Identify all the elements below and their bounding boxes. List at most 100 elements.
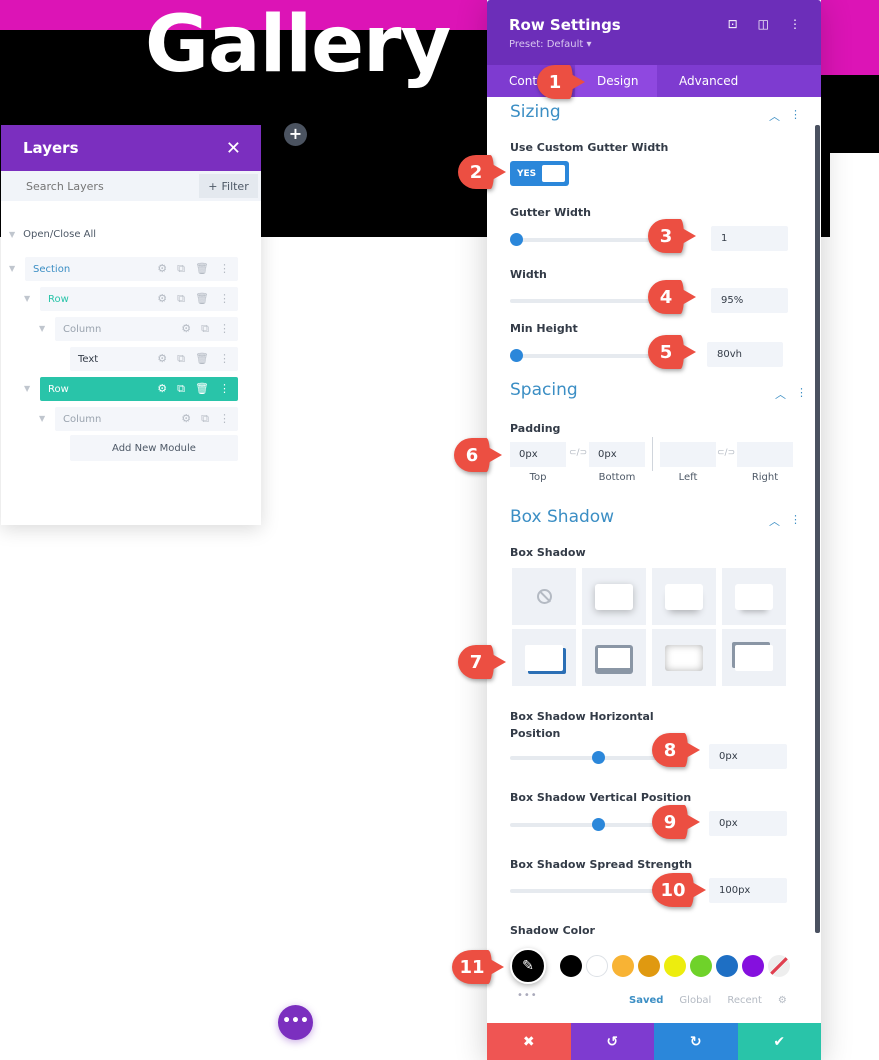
gear-icon[interactable]: ⚙ xyxy=(157,382,167,396)
trash-icon[interactable]: 🗑 xyxy=(195,352,209,366)
layer-item-section[interactable]: Section ⚙ ⧉ 🗑 ⋮ xyxy=(25,257,238,281)
more-vertical-icon[interactable]: ⋮ xyxy=(219,352,230,366)
layer-item-row-active[interactable]: Row ⚙ ⧉ 🗑 ⋮ xyxy=(40,377,238,401)
layer-item-text[interactable]: Text ⚙ ⧉ 🗑 ⋮ xyxy=(70,347,238,371)
add-row-button[interactable]: + xyxy=(284,123,307,146)
shadow-style-5[interactable] xyxy=(582,629,646,686)
split-view-icon[interactable]: ◫ xyxy=(758,17,769,31)
swatch-white[interactable] xyxy=(586,955,608,977)
padding-left-input[interactable] xyxy=(660,442,716,467)
preset-dropdown[interactable]: Preset: Default ▾ xyxy=(509,39,591,50)
palette-tab-saved[interactable]: Saved xyxy=(629,995,663,1006)
gear-icon[interactable]: ⚙ xyxy=(157,292,167,306)
caret-down-icon[interactable]: ▼ xyxy=(39,324,45,333)
swatch-light-orange[interactable] xyxy=(612,955,634,977)
tab-design[interactable]: Design xyxy=(575,65,657,97)
slider-thumb[interactable] xyxy=(510,233,523,246)
more-vertical-icon[interactable]: ⋮ xyxy=(219,322,230,336)
duplicate-icon[interactable]: ⧉ xyxy=(201,412,209,426)
more-vertical-icon[interactable]: ⋮ xyxy=(789,17,801,31)
duplicate-icon[interactable]: ⧉ xyxy=(177,262,185,276)
vertical-position-slider[interactable] xyxy=(510,818,660,831)
scrollbar[interactable] xyxy=(815,125,820,933)
palette-tab-recent[interactable]: Recent xyxy=(727,995,762,1006)
slider-thumb[interactable] xyxy=(592,818,605,831)
more-vertical-icon[interactable]: ⋮ xyxy=(796,386,807,402)
layer-item-row[interactable]: Row ⚙ ⧉ 🗑 ⋮ xyxy=(40,287,238,311)
trash-icon[interactable]: 🗑 xyxy=(195,292,209,306)
page-settings-button[interactable]: ••• xyxy=(278,1005,313,1040)
link-icon[interactable]: ⊂/⊃ xyxy=(569,448,587,458)
caret-down-icon[interactable]: ▼ xyxy=(24,294,30,303)
swatch-yellow[interactable] xyxy=(664,955,686,977)
shadow-style-1[interactable] xyxy=(582,568,646,625)
more-vertical-icon[interactable]: ⋮ xyxy=(219,262,230,276)
trash-icon[interactable]: 🗑 xyxy=(195,382,209,396)
horizontal-position-slider[interactable] xyxy=(510,751,660,764)
gear-icon[interactable]: ⚙ xyxy=(181,322,191,336)
gutter-width-input[interactable]: 1 xyxy=(711,226,788,251)
sizing-section-title[interactable]: Sizing xyxy=(510,102,561,122)
gear-icon[interactable]: ⚙ xyxy=(157,262,167,276)
layer-item-column[interactable]: Column ⚙ ⧉ ⋮ xyxy=(55,407,238,431)
layer-item-column[interactable]: Column ⚙ ⧉ ⋮ xyxy=(55,317,238,341)
swatch-black[interactable] xyxy=(560,955,582,977)
eyedropper-icon[interactable]: ✎ xyxy=(510,948,546,984)
more-vertical-icon[interactable]: ⋮ xyxy=(790,513,801,529)
link-icon[interactable]: ⊂/⊃ xyxy=(717,448,735,458)
duplicate-icon[interactable]: ⧉ xyxy=(201,322,209,336)
swatch-purple[interactable] xyxy=(742,955,764,977)
padding-top-input[interactable]: 0px xyxy=(510,442,566,467)
focus-icon[interactable]: ⊡ xyxy=(728,17,738,31)
redo-button[interactable]: ↻ xyxy=(654,1023,738,1060)
filter-button[interactable]: + Filter xyxy=(199,174,258,198)
add-new-module-button[interactable]: Add New Module xyxy=(70,435,238,461)
shadow-style-6[interactable] xyxy=(652,629,716,686)
chevron-up-icon[interactable]: ︿ xyxy=(775,386,786,402)
swatch-blue[interactable] xyxy=(716,955,738,977)
spread-strength-slider[interactable] xyxy=(510,889,660,893)
open-close-all-toggle[interactable]: ▼ Open/Close All xyxy=(9,229,96,240)
chevron-up-icon[interactable]: ︿ xyxy=(769,513,780,529)
vertical-position-input[interactable]: 0px xyxy=(709,811,787,836)
more-vertical-icon[interactable]: ⋮ xyxy=(219,412,230,426)
gear-icon[interactable]: ⚙ xyxy=(181,412,191,426)
shadow-style-7[interactable] xyxy=(722,629,786,686)
gear-icon[interactable]: ⚙ xyxy=(157,352,167,366)
search-layers-input[interactable] xyxy=(1,179,199,193)
swatch-transparent[interactable] xyxy=(768,955,790,977)
horizontal-position-input[interactable]: 0px xyxy=(709,744,787,769)
gear-icon[interactable]: ⚙ xyxy=(778,995,787,1006)
spread-strength-input[interactable]: 100px xyxy=(709,878,787,903)
save-button[interactable]: ✔ xyxy=(737,1023,821,1060)
swatch-green[interactable] xyxy=(690,955,712,977)
caret-down-icon[interactable]: ▼ xyxy=(39,414,45,423)
more-colors-icon[interactable]: ••• xyxy=(517,990,538,1001)
swatch-orange[interactable] xyxy=(638,955,660,977)
box-shadow-section-title[interactable]: Box Shadow xyxy=(510,507,614,527)
caret-down-icon[interactable]: ▼ xyxy=(24,384,30,393)
palette-tab-global[interactable]: Global xyxy=(679,995,711,1006)
min-height-input[interactable]: 80vh xyxy=(707,342,783,367)
spacing-section-title[interactable]: Spacing xyxy=(510,380,578,400)
custom-gutter-toggle[interactable]: YES xyxy=(510,161,569,186)
duplicate-icon[interactable]: ⧉ xyxy=(177,292,185,306)
gutter-width-slider[interactable] xyxy=(510,233,660,246)
shadow-style-none[interactable] xyxy=(512,568,576,625)
trash-icon[interactable]: 🗑 xyxy=(195,262,209,276)
padding-bottom-input[interactable]: 0px xyxy=(589,442,645,467)
slider-thumb[interactable] xyxy=(592,751,605,764)
duplicate-icon[interactable]: ⧉ xyxy=(177,382,185,396)
padding-right-input[interactable] xyxy=(737,442,793,467)
caret-down-icon[interactable]: ▼ xyxy=(9,264,15,273)
undo-button[interactable]: ↺ xyxy=(570,1023,654,1060)
more-vertical-icon[interactable]: ⋮ xyxy=(790,108,801,124)
shadow-style-3[interactable] xyxy=(722,568,786,625)
more-vertical-icon[interactable]: ⋮ xyxy=(219,382,230,396)
tab-advanced[interactable]: Advanced xyxy=(657,65,760,97)
shadow-style-2[interactable] xyxy=(652,568,716,625)
slider-thumb[interactable] xyxy=(510,349,523,362)
cancel-button[interactable]: ✖ xyxy=(487,1023,571,1060)
chevron-up-icon[interactable]: ︿ xyxy=(769,108,780,124)
width-input[interactable]: 95% xyxy=(711,288,788,313)
